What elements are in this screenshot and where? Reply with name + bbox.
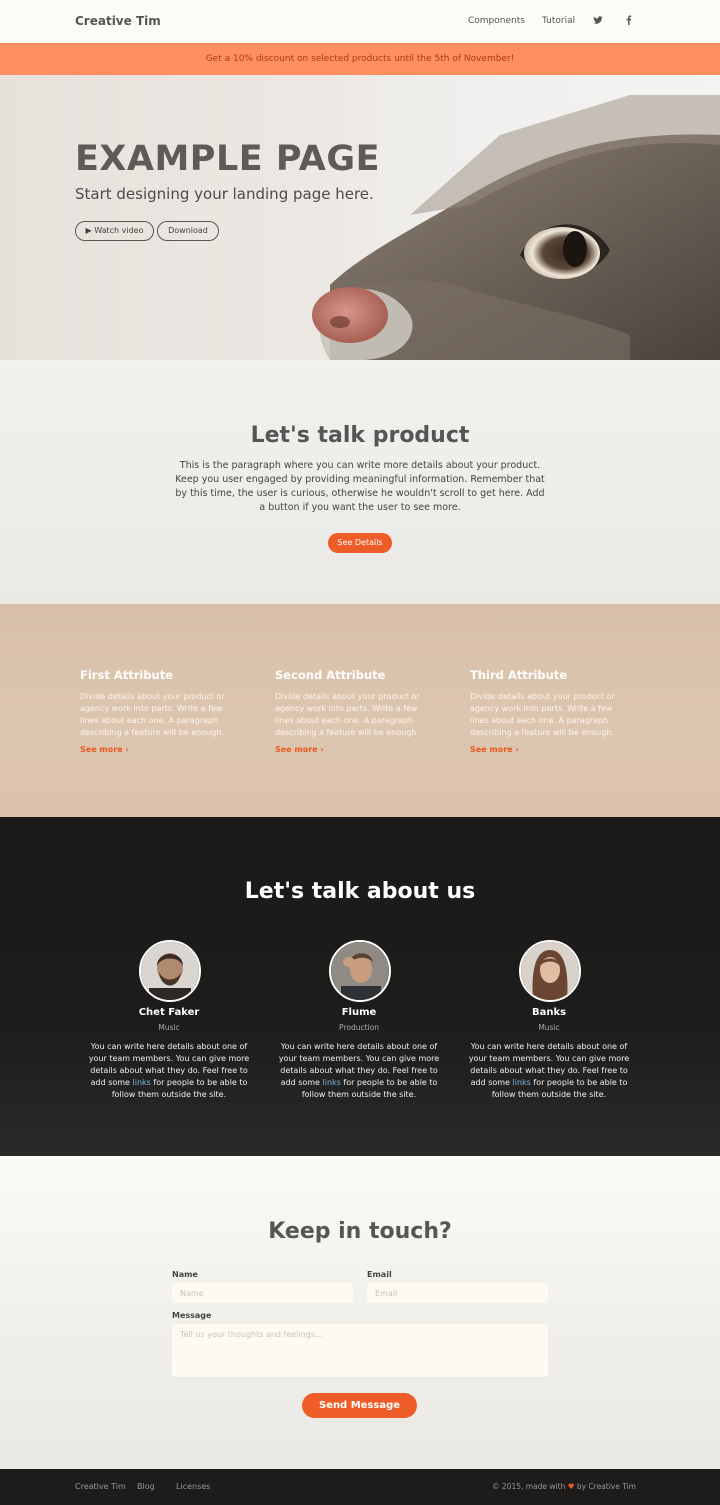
feature-second: Second Attribute Divide details about yo…: [275, 668, 425, 754]
avatar: [329, 940, 391, 1002]
nav-link-components[interactable]: Components: [468, 16, 525, 26]
see-more-link[interactable]: See more ›: [470, 745, 620, 754]
member-name: Banks: [531, 1007, 567, 1018]
feature-text: Divide details about your product or age…: [80, 692, 225, 737]
cat-face-image: [312, 95, 720, 360]
facebook-icon[interactable]: [624, 15, 634, 25]
footer-link-licenses[interactable]: Licenses: [176, 1482, 210, 1491]
product-section: Let's talk product This is the paragraph…: [0, 360, 720, 604]
feature-third: Third Attribute Divide details about you…: [470, 668, 620, 754]
contact-title: Keep in touch?: [268, 1219, 452, 1244]
name-field[interactable]: Name: [172, 1283, 353, 1303]
feature-text: Divide details about your product or age…: [470, 692, 615, 737]
twitter-icon[interactable]: [593, 15, 603, 25]
member-description: You can write here details about one of …: [88, 1042, 250, 1099]
product-title: Let's talk product: [250, 423, 470, 448]
download-button[interactable]: Download: [157, 221, 219, 241]
feature-text: Divide details about your product or age…: [275, 692, 420, 737]
member-description: You can write here details about one of …: [278, 1042, 440, 1099]
member-role: Music: [538, 1023, 560, 1032]
message-field[interactable]: Tell us your thoughts and feelings...: [172, 1324, 548, 1377]
feature-title: Third Attribute: [470, 668, 568, 682]
chevron-right-icon: ›: [515, 745, 519, 754]
brand-logo[interactable]: Creative Tim: [75, 14, 161, 28]
feature-title: First Attribute: [80, 668, 174, 682]
send-message-button[interactable]: Send Message: [302, 1393, 417, 1418]
download-label: Download: [168, 226, 208, 235]
copyright-text: © 2015, made with ♥ by Creative Tim: [492, 1482, 636, 1491]
product-description: This is the paragraph where you can writ…: [175, 460, 545, 513]
features-section: First Attribute Divide details about you…: [0, 604, 720, 817]
play-icon: ▶: [85, 226, 92, 235]
feature-title: Second Attribute: [275, 668, 386, 682]
name-label: Name: [172, 1270, 198, 1279]
hero-subtitle: Start designing your landing page here.: [75, 185, 374, 203]
email-field[interactable]: Email: [367, 1283, 548, 1303]
see-more-link[interactable]: See more ›: [80, 745, 230, 754]
member-role: Production: [339, 1023, 379, 1032]
avatar: [519, 940, 581, 1002]
navbar: Creative Tim Components Tutorial: [0, 0, 720, 43]
watch-video-label: Watch video: [94, 226, 144, 235]
watch-video-button[interactable]: ▶ Watch video: [75, 221, 154, 241]
avatar: [139, 940, 201, 1002]
chevron-right-icon: ›: [125, 745, 129, 754]
hero-title: EXAMPLE PAGE: [75, 139, 381, 179]
member-description: You can write here details about one of …: [468, 1042, 630, 1099]
footer-link-blog[interactable]: Blog: [137, 1482, 155, 1491]
see-more-link[interactable]: See more ›: [275, 745, 425, 754]
member-link[interactable]: links: [133, 1078, 151, 1087]
member-name: Flume: [341, 1007, 377, 1018]
hero-section: EXAMPLE PAGE Start designing your landin…: [0, 75, 720, 360]
contact-section: Keep in touch? Name Name Email Email Mes…: [0, 1156, 720, 1469]
chevron-right-icon: ›: [320, 745, 324, 754]
team-section: Let's talk about us Chet Faker Music You…: [0, 817, 720, 1156]
see-details-button[interactable]: See Details: [328, 533, 392, 553]
discount-banner: Get a 10% discount on selected products …: [0, 43, 720, 75]
team-title: Let's talk about us: [244, 879, 476, 904]
nav-link-tutorial[interactable]: Tutorial: [542, 16, 575, 26]
member-link[interactable]: links: [513, 1078, 531, 1087]
member-link[interactable]: links: [323, 1078, 341, 1087]
footer-link-creative-tim[interactable]: Creative Tim: [75, 1482, 126, 1491]
footer: Creative Tim Blog Licenses © 2015, made …: [0, 1469, 720, 1505]
email-label: Email: [367, 1270, 392, 1279]
discount-text: Get a 10% discount on selected products …: [205, 54, 515, 64]
message-label: Message: [172, 1311, 212, 1320]
member-role: Music: [158, 1023, 180, 1032]
member-name: Chet Faker: [138, 1007, 200, 1018]
feature-first: First Attribute Divide details about you…: [80, 668, 230, 754]
